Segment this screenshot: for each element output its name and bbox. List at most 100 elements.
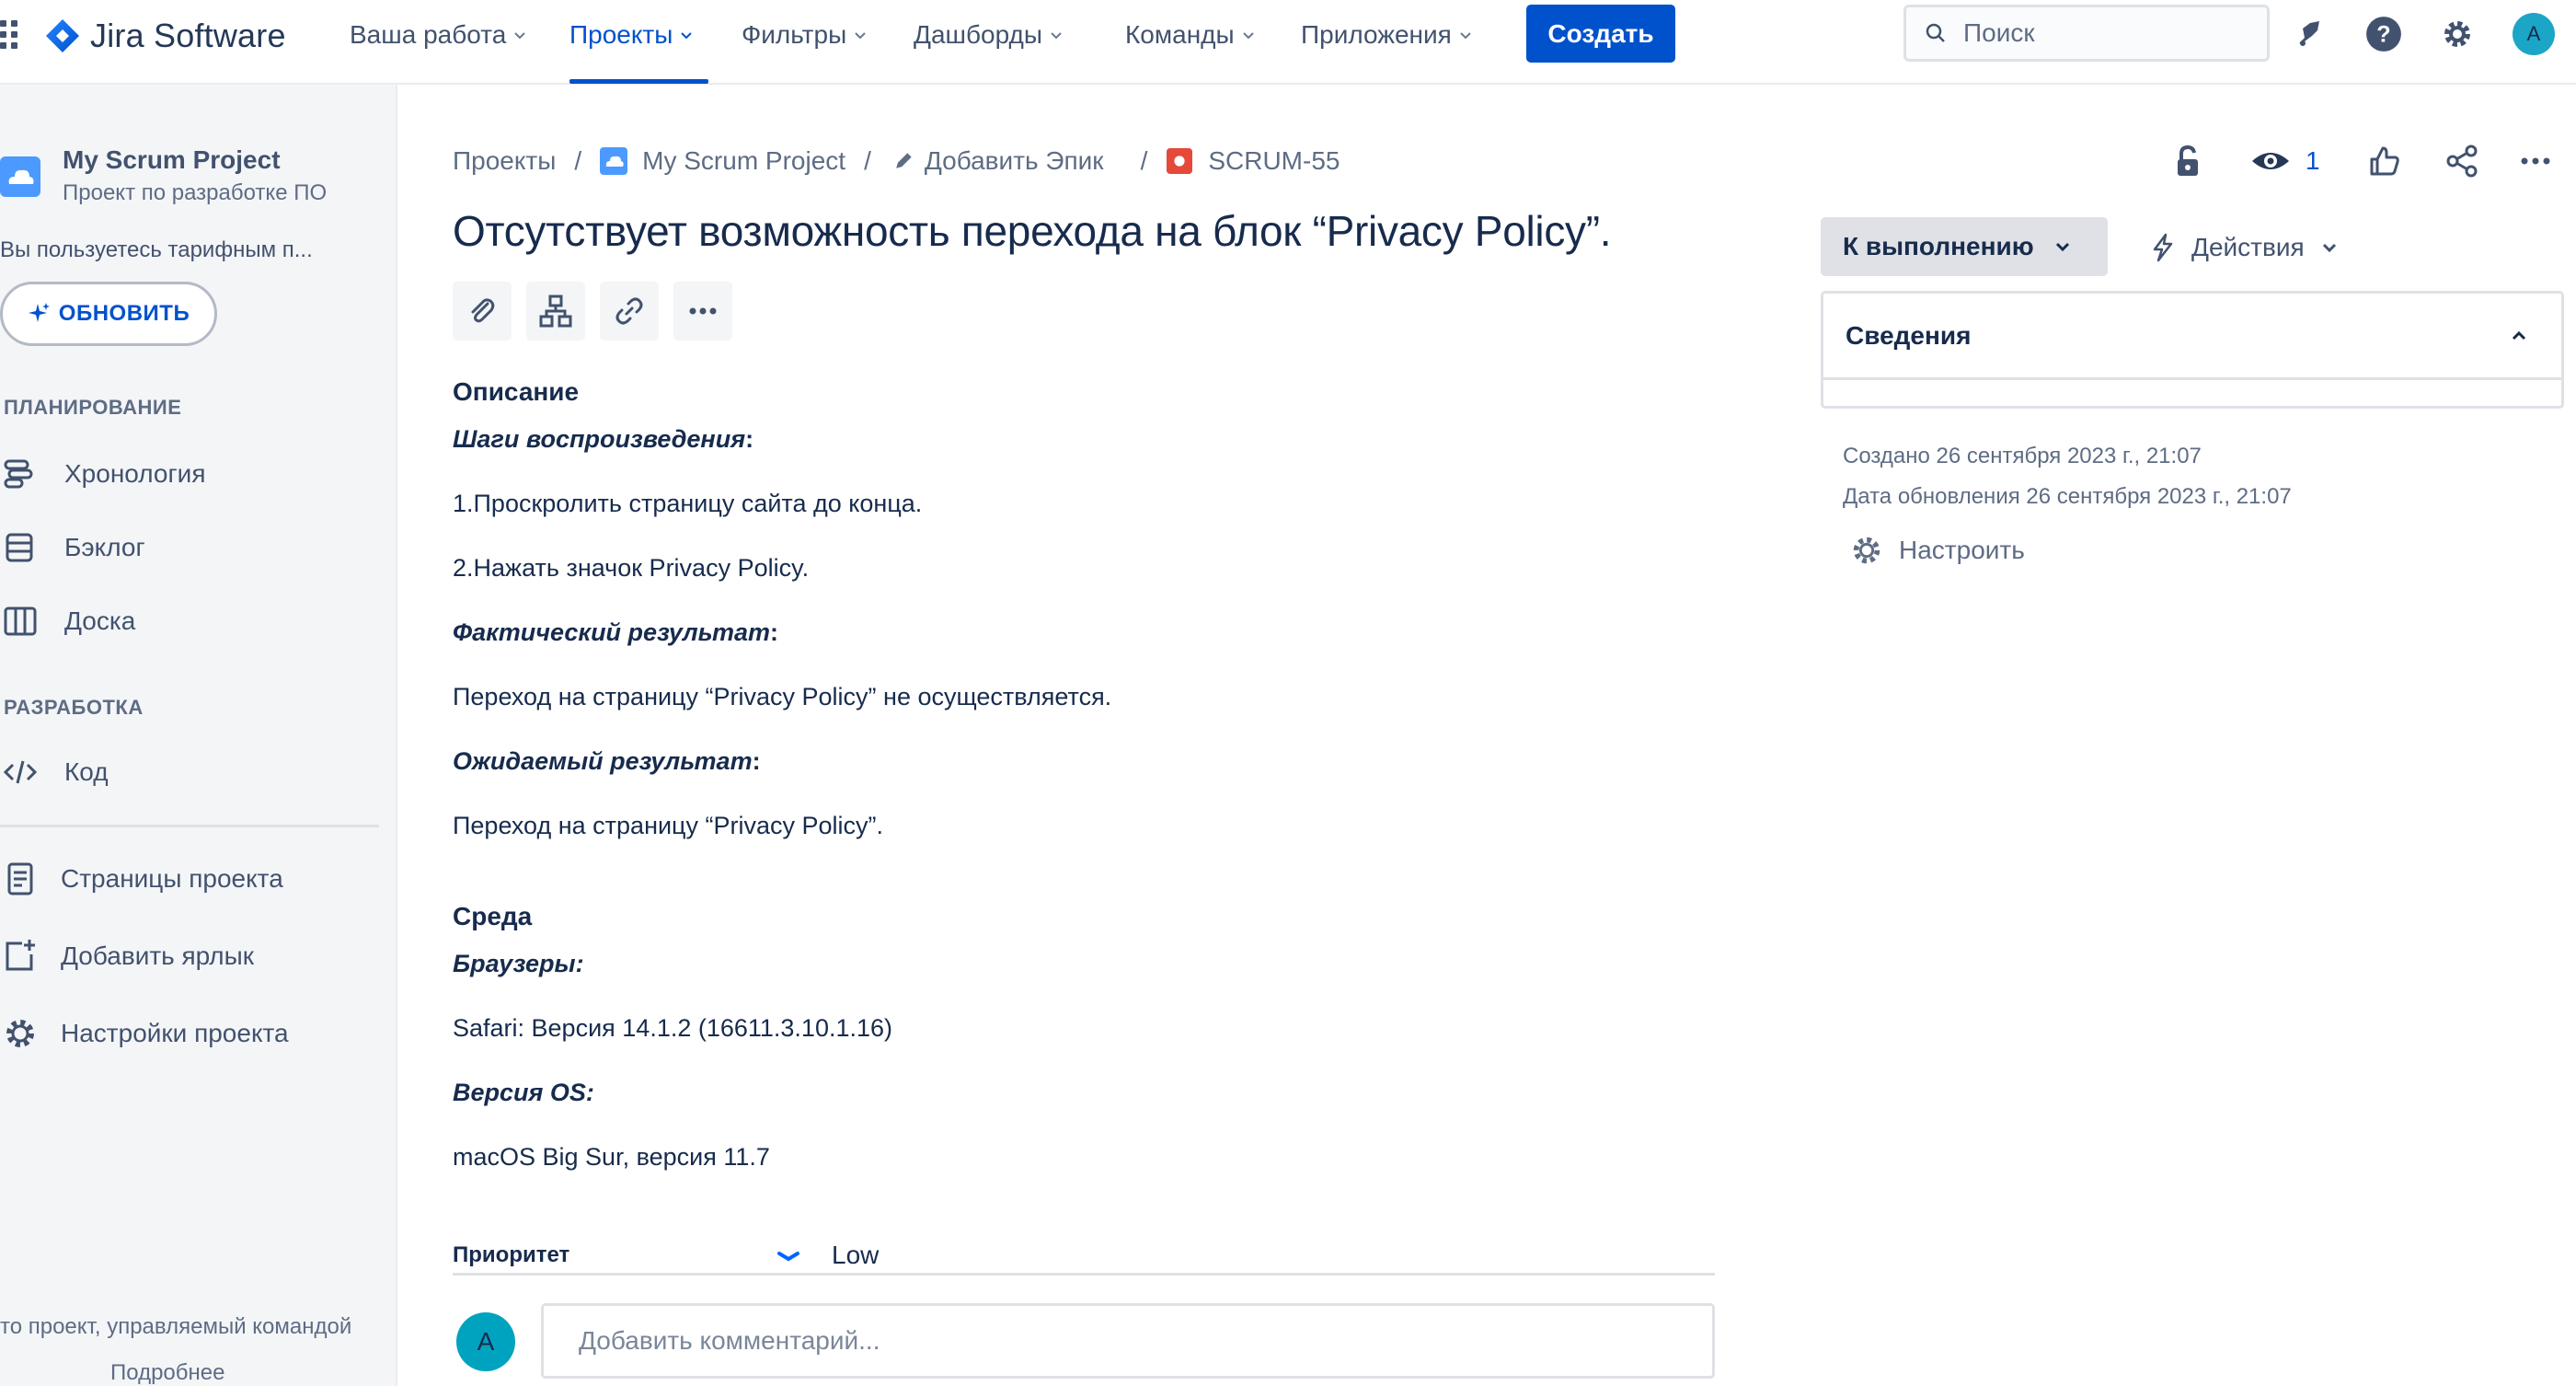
sidebar-item-add-shortcut[interactable]: Добавить ярлык	[0, 933, 254, 979]
search-input[interactable]	[1963, 18, 2239, 48]
planning-header: ПЛАНИРОВАНИЕ	[4, 396, 182, 419]
sidebar-item-label: Бэклог	[64, 533, 145, 561]
chevron-down-icon	[2322, 243, 2336, 253]
configure-button[interactable]: Настроить	[1849, 530, 2025, 571]
nav-active-indicator	[569, 79, 708, 84]
bug-icon	[1166, 147, 1193, 175]
attach-button[interactable]	[453, 282, 512, 341]
project-name[interactable]: My Scrum Project	[63, 145, 281, 175]
issue-title[interactable]: Отсутствует возможность перехода на блок…	[453, 206, 1612, 256]
settings-icon	[0, 1013, 40, 1054]
sidebar-item-code[interactable]: Код	[0, 749, 109, 795]
child-issue-button[interactable]	[526, 282, 585, 341]
sidebar-item-label: Код	[64, 757, 109, 786]
browsers-header: Браузеры:	[453, 950, 584, 977]
nav-apps[interactable]: Приложения	[1301, 17, 1472, 53]
actions-dropdown[interactable]: Действия	[2147, 225, 2338, 271]
lightning-icon	[2153, 233, 2173, 262]
code-icon	[0, 752, 40, 792]
breadcrumb-project[interactable]: My Scrum Project	[642, 146, 845, 176]
breadcrumb: Проекты / My Scrum Project / Добавить Эп…	[453, 140, 1340, 182]
nav-dashboards[interactable]: Дашборды	[914, 17, 1063, 53]
nav-apps-label: Приложения	[1301, 20, 1452, 49]
created-date: Создано 26 сентября 2023 г., 21:07	[1843, 444, 2202, 468]
priority-value: Low	[832, 1241, 880, 1269]
more-icon	[689, 307, 717, 315]
sidebar-item-label: Хронология	[64, 459, 206, 488]
sidebar-item-board[interactable]: Доска	[0, 598, 135, 644]
status-label: К выполнению	[1843, 232, 2034, 260]
learn-more-link[interactable]: Подробнее	[110, 1360, 224, 1386]
breadcrumb-separator: /	[1140, 146, 1148, 175]
search-box[interactable]	[1903, 5, 2270, 62]
sidebar-item-project-pages[interactable]: Страницы проекта	[0, 856, 283, 902]
sidebar-item-backlog[interactable]: Бэклог	[0, 525, 145, 571]
upgrade-button[interactable]: ОБНОВИТЬ	[0, 282, 217, 346]
settings-icon	[1853, 537, 1880, 564]
paperclip-icon	[471, 298, 495, 323]
watchers-count: 1	[2306, 146, 2320, 175]
nav-teams[interactable]: Команды	[1125, 17, 1255, 53]
sparkle-icon	[28, 303, 50, 322]
os-header: Версия OS:	[453, 1079, 594, 1106]
share-icon[interactable]	[2442, 140, 2482, 182]
board-icon	[0, 601, 40, 641]
pencil-icon	[890, 147, 917, 175]
actual-header: Фактический результат:	[453, 618, 779, 646]
comment-input[interactable]	[541, 1303, 1715, 1379]
project-avatar-icon	[600, 147, 628, 175]
steps-header: Шаги воспроизведения:	[453, 425, 754, 453]
sidebar-divider	[0, 825, 379, 827]
search-icon	[1926, 23, 1945, 42]
notifications-icon[interactable]	[2289, 13, 2331, 55]
add-shortcut-icon	[0, 936, 40, 976]
step-1: 1.Проскролить страницу сайта до конца.	[453, 490, 923, 517]
chevron-down-icon	[681, 32, 693, 40]
environment-header: Среда	[453, 902, 533, 930]
sidebar-item-timeline[interactable]: Хронология	[0, 451, 205, 497]
nav-your-work-label: Ваша работа	[350, 20, 507, 49]
app-switcher-icon[interactable]	[0, 20, 22, 55]
create-button[interactable]: Создать	[1526, 5, 1675, 63]
team-managed-notice: то проект, управляемый командой	[0, 1314, 352, 1339]
breadcrumb-add-epic[interactable]: Добавить Эпик	[925, 146, 1104, 176]
nav-projects[interactable]: Проекты	[569, 17, 693, 53]
watch-button[interactable]: 1	[2250, 140, 2324, 182]
hierarchy-icon	[539, 295, 572, 328]
nav-your-work[interactable]: Ваша работа	[350, 17, 526, 53]
step-2: 2.Нажать значок Privacy Policy.	[453, 554, 810, 582]
link-issue-button[interactable]	[600, 282, 659, 341]
priority-low-icon	[777, 1252, 799, 1262]
details-title: Сведения	[1846, 321, 1972, 350]
chevron-down-icon	[1460, 32, 1471, 40]
lock-icon[interactable]	[2169, 140, 2206, 182]
actual-text: Переход на страницу “Privacy Policy” не …	[453, 683, 1112, 710]
details-header[interactable]: Сведения	[1823, 294, 2561, 380]
plan-notice: Вы пользуетесь тарифным п...	[0, 237, 313, 262]
help-icon[interactable]: ?	[2363, 13, 2405, 55]
jira-logo[interactable]: Jira Software	[44, 15, 286, 57]
chevron-up-icon[interactable]	[2510, 327, 2528, 345]
chevron-down-icon	[2055, 242, 2069, 252]
user-avatar[interactable]: A	[2513, 13, 2555, 55]
priority-label: Приоритет	[453, 1242, 570, 1267]
description-header: Описание	[453, 377, 580, 406]
breadcrumb-issue-key[interactable]: SCRUM-55	[1208, 146, 1340, 176]
backlog-icon	[0, 527, 40, 568]
actions-label: Действия	[2191, 233, 2305, 261]
priority-field[interactable]: Приоритет Low	[453, 1241, 1715, 1276]
chevron-down-icon	[514, 32, 526, 40]
nav-filters[interactable]: Фильтры	[742, 17, 867, 53]
top-navigation: Jira Software Ваша работа Проекты Фильтр…	[0, 0, 2576, 85]
sidebar-item-project-settings[interactable]: Настройки проекта	[0, 1011, 289, 1057]
more-icon[interactable]	[2515, 140, 2556, 182]
sidebar: My Scrum Project Проект по разработке ПО…	[0, 85, 397, 1386]
vote-icon[interactable]	[2364, 140, 2405, 182]
sidebar-item-label: Доска	[64, 606, 136, 635]
more-actions-button[interactable]	[673, 282, 732, 341]
status-dropdown[interactable]: К выполнению	[1821, 217, 2108, 276]
breadcrumb-projects[interactable]: Проекты	[453, 146, 556, 176]
settings-icon[interactable]	[2436, 13, 2478, 55]
nav-filters-label: Фильтры	[742, 20, 847, 49]
sidebar-item-label: Добавить ярлык	[61, 941, 255, 970]
